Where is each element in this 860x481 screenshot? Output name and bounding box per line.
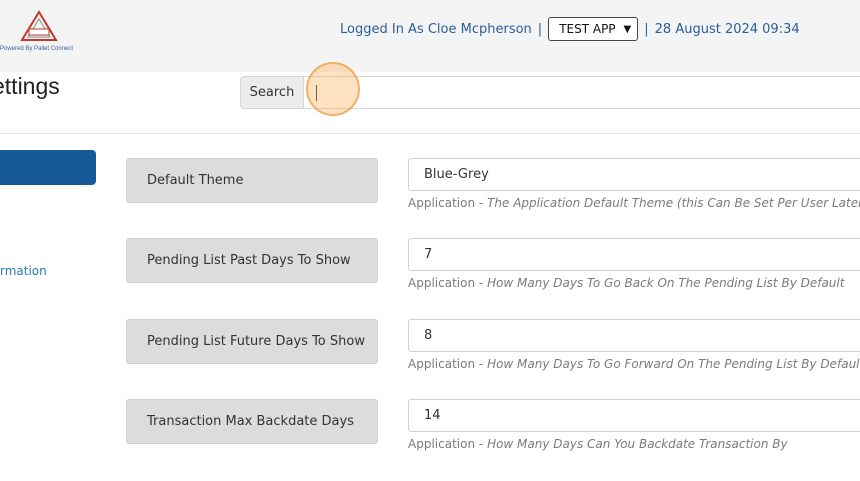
divider bbox=[0, 133, 860, 134]
setting-scope: Application bbox=[408, 276, 476, 290]
setting-dash: - bbox=[478, 437, 484, 451]
app-select-value: TEST APP bbox=[559, 22, 616, 36]
setting-dash: - bbox=[478, 357, 484, 371]
setting-description: Application - How Many Days Can You Back… bbox=[408, 437, 788, 451]
separator: | bbox=[537, 21, 543, 37]
setting-scope: Application bbox=[408, 196, 476, 210]
setting-input-default-theme[interactable]: Blue-Grey bbox=[408, 158, 860, 191]
sidebar-link[interactable]: rmation bbox=[0, 264, 47, 278]
setting-input-future-days[interactable]: 8 bbox=[408, 319, 860, 352]
logo-tagline: Powered By Pallet Connect bbox=[0, 46, 74, 52]
top-bar: Powered By Pallet Connect Logged In As C… bbox=[0, 0, 860, 72]
setting-input-max-backdate[interactable]: 14 bbox=[408, 399, 860, 432]
setting-scope: Application bbox=[408, 437, 476, 451]
setting-label-max-backdate: Transaction Max Backdate Days bbox=[126, 399, 378, 444]
setting-label-future-days: Pending List Future Days To Show bbox=[126, 319, 378, 364]
setting-description-text: How Many Days To Go Forward On The Pendi… bbox=[487, 357, 860, 371]
search-input[interactable] bbox=[304, 76, 860, 109]
setting-description-text: How Many Days Can You Backdate Transacti… bbox=[487, 437, 788, 451]
login-info: Logged In As Cloe Mcpherson | TEST APP ▼… bbox=[340, 16, 800, 42]
sidebar-item-active[interactable] bbox=[0, 150, 96, 185]
setting-description-text: How Many Days To Go Back On The Pending … bbox=[487, 276, 845, 290]
setting-dash: - bbox=[478, 196, 484, 210]
chevron-down-icon: ▼ bbox=[623, 23, 632, 35]
setting-description: Application - The Application Default Th… bbox=[408, 196, 860, 210]
setting-description-text: The Application Default Theme (this Can … bbox=[487, 196, 860, 210]
setting-description: Application - How Many Days To Go Back O… bbox=[408, 276, 844, 290]
setting-scope: Application bbox=[408, 357, 476, 371]
separator: | bbox=[644, 21, 649, 37]
app-select[interactable]: TEST APP ▼ bbox=[548, 17, 639, 41]
page-title: ettings bbox=[0, 73, 60, 99]
setting-label-default-theme: Default Theme bbox=[126, 158, 378, 203]
setting-input-past-days[interactable]: 7 bbox=[408, 238, 860, 271]
logo-icon bbox=[20, 10, 58, 41]
click-indicator bbox=[306, 62, 360, 116]
setting-description: Application - How Many Days To Go Forwar… bbox=[408, 357, 860, 371]
setting-dash: - bbox=[478, 276, 484, 290]
search-button[interactable]: Search bbox=[240, 76, 304, 109]
app-logo[interactable]: Powered By Pallet Connect bbox=[0, 8, 80, 58]
setting-label-past-days: Pending List Past Days To Show bbox=[126, 238, 378, 283]
logged-in-user: Logged In As Cloe Mcpherson bbox=[340, 21, 532, 37]
current-datetime: 28 August 2024 09:34 bbox=[654, 21, 800, 37]
